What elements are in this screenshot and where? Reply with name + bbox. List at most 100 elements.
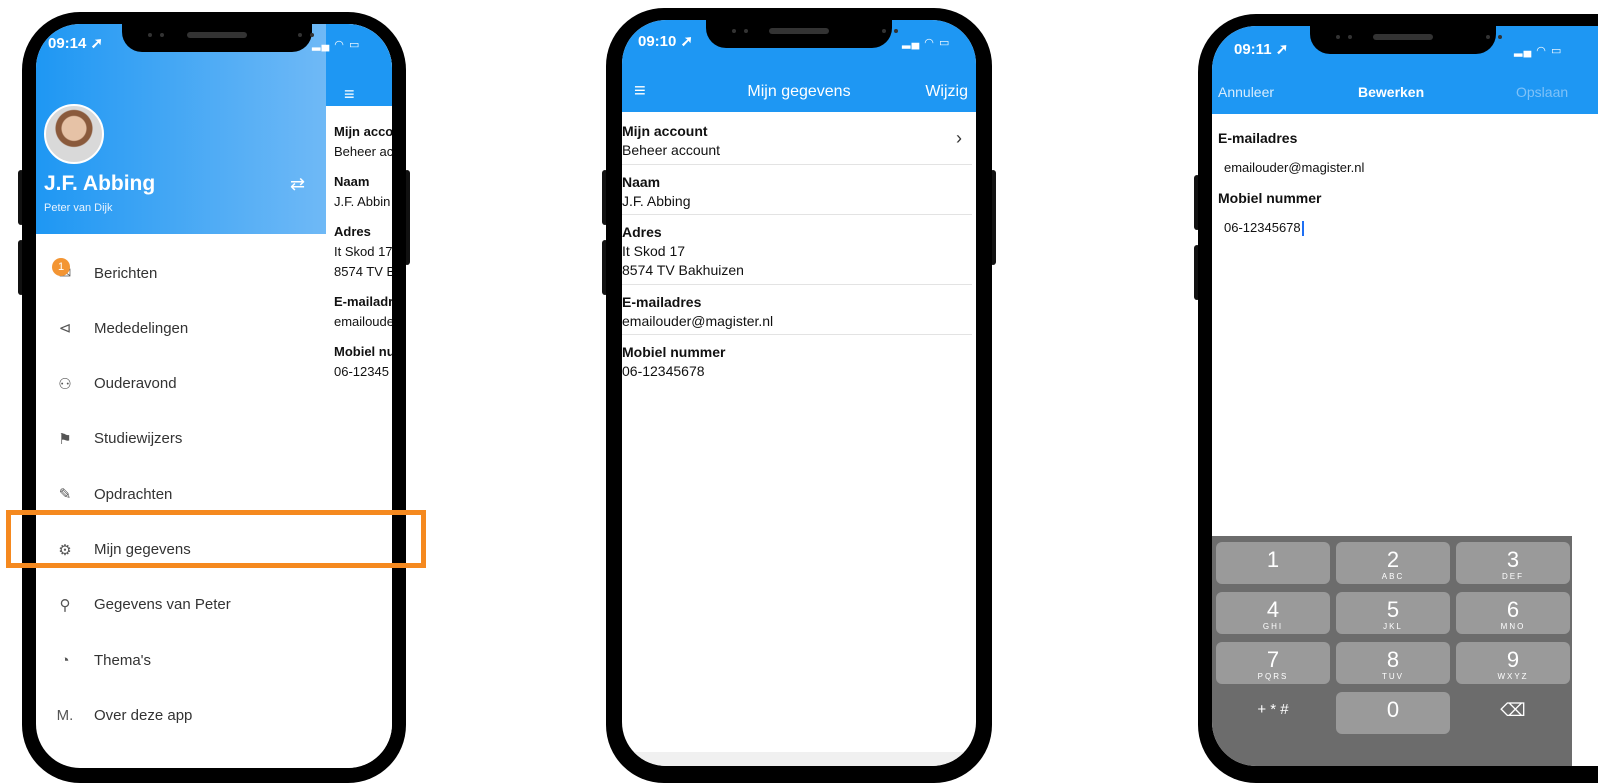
menu-item[interactable]: ◔ Thema's: [36, 640, 326, 680]
key-letters: DEF: [1502, 572, 1524, 581]
numeric-keypad: 1 2 ABC 3 DEF 4 GHI 5 JKL 6 MNO 7 PQRS 8 TUV 9 WXYZ + * #…: [1212, 536, 1572, 766]
peek-address-line2: 8574 TV B: [334, 264, 392, 279]
name-value: J.F. Abbing: [622, 193, 691, 209]
email-value: emailouder@magister.nl: [622, 313, 774, 329]
cancel-button[interactable]: Annuleer: [1218, 84, 1274, 100]
key-digit: 8: [1386, 647, 1400, 672]
screen: ≡ Mijn gegevens Wijzig Mijn account Behe…: [622, 20, 976, 766]
menu-item[interactable]: ⊲ Mededelingen: [36, 308, 326, 348]
unread-badge: 1: [52, 258, 70, 276]
key-digit: 4: [1266, 597, 1280, 622]
account-value: Beheer account: [622, 142, 721, 158]
key-letters: TUV: [1382, 672, 1404, 681]
highlight-mijn-gegevens: [6, 510, 426, 568]
phone-frame-edit: Annuleer Bewerken Opslaan E-mailadres em…: [1198, 14, 1598, 783]
name-label: Naam: [622, 174, 661, 190]
email-label: E-mailadres: [622, 294, 702, 310]
keypad-key[interactable]: 3 DEF: [1456, 542, 1570, 584]
peek-account: Mijn acco: [334, 124, 392, 139]
email-label: E-mailadres: [1218, 130, 1298, 146]
keypad-key[interactable]: 6 MNO: [1456, 592, 1570, 634]
user-subtitle: Peter van Dijk: [44, 202, 113, 214]
menu-item[interactable]: ⚲ Gegevens van Peter: [36, 585, 326, 625]
menu-item-label: Thema's: [94, 651, 152, 669]
email-label-row: E-mailadres: [1218, 130, 1297, 146]
key-letters: PQRS: [1257, 672, 1289, 681]
magister-logo-icon: M.: [56, 706, 74, 724]
divider: [622, 284, 972, 285]
menu-item-label: Berichten: [94, 264, 158, 282]
keypad-key[interactable]: + * #: [1216, 692, 1330, 734]
keypad-key[interactable]: 2 ABC: [1336, 542, 1450, 584]
mobile-field[interactable]: 06-12345678: [1224, 220, 1304, 237]
peek-name-value: J.F. Abbin: [334, 194, 391, 209]
palette-icon: ◔: [60, 651, 70, 669]
key-digit: 1: [1266, 547, 1280, 572]
mobile-label-row: Mobiel nummer: [1218, 190, 1321, 206]
person-clock-icon: ⚇: [58, 375, 72, 393]
keypad-key[interactable]: 5 JKL: [1336, 592, 1450, 634]
text-cursor: [1301, 221, 1304, 237]
menu-item[interactable]: ✎ Opdrachten: [36, 474, 326, 514]
keypad-key[interactable]: 8 TUV: [1336, 642, 1450, 684]
signpost-icon: ⚑: [58, 430, 72, 448]
mobile-value: 06-12345678: [622, 363, 705, 379]
peek-name: Naam: [334, 174, 370, 189]
keypad-key[interactable]: 7 PQRS: [1216, 642, 1330, 684]
key-letters: WXYZ: [1497, 672, 1529, 681]
divider: [622, 164, 972, 165]
divider: [622, 214, 972, 215]
key-digit: 9: [1506, 647, 1520, 672]
status-icons: ▂▄ ◠ ▭: [312, 39, 361, 51]
status-icons: ▂▄ ◠ ▭: [902, 37, 951, 49]
divider: [622, 334, 972, 335]
keypad-key[interactable]: 1: [1216, 542, 1330, 584]
pencil-icon: ✎: [58, 486, 72, 504]
menu-item[interactable]: ⚇ Ouderavond: [36, 364, 326, 404]
status-time: 09:10 ➚: [638, 33, 694, 50]
footer-bar: [622, 752, 976, 766]
address-label: Adres: [622, 224, 662, 240]
keypad-key[interactable]: 4 GHI: [1216, 592, 1330, 634]
keypad-key[interactable]: ⌫: [1456, 692, 1570, 734]
peek-account-value: Beheer ac: [334, 144, 392, 159]
menu-item[interactable]: M. Over deze app: [36, 695, 326, 735]
name-row: Naam J.F. Abbing: [622, 174, 691, 209]
menu-item-label: Gegevens van Peter: [94, 596, 231, 614]
menu-item[interactable]: ✉1 Berichten: [36, 253, 326, 293]
megaphone-icon: ⊲: [58, 320, 72, 338]
key-digit: + * #: [1257, 701, 1289, 718]
key-letters: JKL: [1383, 622, 1403, 631]
page-title: Mijn gegevens: [747, 83, 851, 100]
avatar: [44, 104, 104, 164]
key-digit: 2: [1386, 547, 1400, 572]
status-icons: ▂▄ ◠ ▭: [1514, 45, 1563, 57]
edit-button[interactable]: Wijzig: [925, 83, 968, 101]
chevron-right-icon: ›: [956, 128, 962, 148]
menu-item[interactable]: ⚑ Studiewijzers: [36, 419, 326, 459]
key-digit: 6: [1506, 597, 1520, 622]
user-name: J.F. Abbing: [44, 172, 156, 195]
account-row[interactable]: Mijn account Beheer account: [622, 123, 720, 158]
key-letters: MNO: [1500, 622, 1526, 631]
status-time: 09:14 ➚: [48, 35, 104, 52]
screen: J.F. Abbing Peter van Dijk ⇄ ✉1 Berichten…: [36, 24, 392, 768]
peek-email-value: emailoude: [334, 314, 392, 329]
keypad-key[interactable]: 0: [1336, 692, 1450, 734]
menu-item-label: Ouderavond: [94, 375, 177, 393]
address-line2: 8574 TV Bakhuizen: [622, 262, 744, 278]
key-digit: 0: [1386, 697, 1400, 722]
peek-mobile: Mobiel nu: [334, 344, 392, 359]
email-row: E-mailadres emailouder@magister.nl: [622, 294, 773, 329]
keypad-key[interactable]: 9 WXYZ: [1456, 642, 1570, 684]
mobile-label: Mobiel nummer: [622, 344, 726, 360]
menu-item-label: Mededelingen: [94, 319, 189, 337]
menu-item-label: Opdrachten: [94, 485, 173, 503]
save-button[interactable]: Opslaan: [1516, 84, 1568, 100]
email-field[interactable]: emailouder@magister.nl: [1224, 160, 1364, 175]
switch-user-icon[interactable]: ⇄: [290, 174, 305, 195]
notch: [122, 22, 312, 52]
hamburger-icon[interactable]: ≡: [344, 84, 355, 105]
drawer-header: J.F. Abbing Peter van Dijk ⇄: [36, 24, 326, 234]
mobile-row: Mobiel nummer 06-12345678: [622, 344, 725, 379]
